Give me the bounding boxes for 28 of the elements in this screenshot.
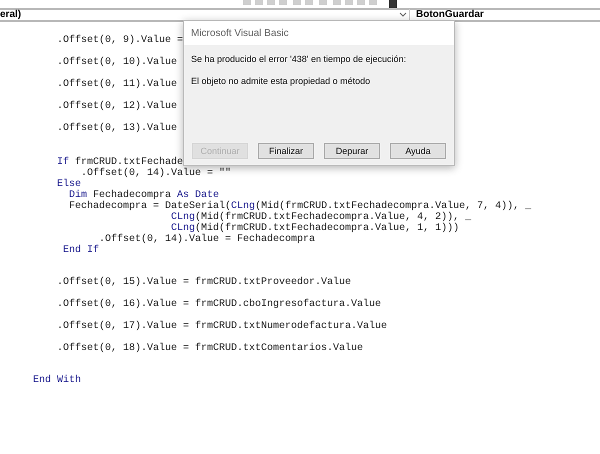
code-line: CLng(Mid(frmCRUD.txtFechadecompra.Value, 4, 2)), _: [170, 212, 472, 223]
code-line: Else: [56, 179, 82, 190]
code-line: If frmCRUD.txtFechade: [56, 157, 184, 168]
code-line: .Offset(0, 14).Value = Fechadecompra: [98, 234, 316, 245]
code-line: .Offset(0, 9).Value =: [56, 35, 184, 46]
code-line: CLng(Mid(frmCRUD.txtFechadecompra.Value, 1, 1))): [171, 223, 460, 234]
procedure-combo[interactable]: BotonGuardar: [416, 9, 550, 21]
dialog-button[interactable]: Depurar: [324, 143, 380, 159]
dialog-button[interactable]: Finalizar: [258, 143, 314, 159]
code-line: Fechadecompra = DateSerial(CLng(Mid(frmCRUD.txtFechadecompra.Value, 7, 4)), _: [68, 201, 532, 212]
dialog-button[interactable]: Ayuda: [390, 143, 446, 159]
code-line: .Offset(0, 17).Value = frmCRUD.txtNumerodefactura.Value: [56, 321, 388, 332]
dialog-title: Microsoft Visual Basic: [191, 26, 289, 40]
chevron-down-icon: [399, 12, 407, 18]
error-detail: El objeto no admite esta propiedad o método: [191, 74, 372, 88]
code-line: .Offset(0, 12).Value: [56, 101, 178, 112]
code-line: .Offset(0, 10).Value: [56, 57, 178, 68]
code-line: End With: [33, 375, 82, 386]
code-line: .Offset(0, 11).Value: [56, 79, 178, 90]
code-line: Dim Fechadecompra As Date: [68, 190, 220, 201]
code-line: .Offset(0, 15).Value = frmCRUD.txtProveedor.Value: [56, 277, 352, 288]
code-line: .Offset(0, 13).Value: [56, 123, 178, 134]
code-line: End If: [62, 245, 100, 256]
error-message: Se ha producido el error '438' en tiempo de ejecución:: [191, 53, 408, 66]
code-line: .Offset(0, 16).Value = frmCRUD.cboIngresofactura.Value: [56, 299, 382, 310]
code-line: .Offset(0, 14).Value = "": [80, 168, 232, 179]
toolbar-dropdown-icon[interactable]: [389, 0, 397, 8]
code-line: .Offset(0, 18).Value = frmCRUD.txtComentarios.Value: [56, 343, 364, 354]
